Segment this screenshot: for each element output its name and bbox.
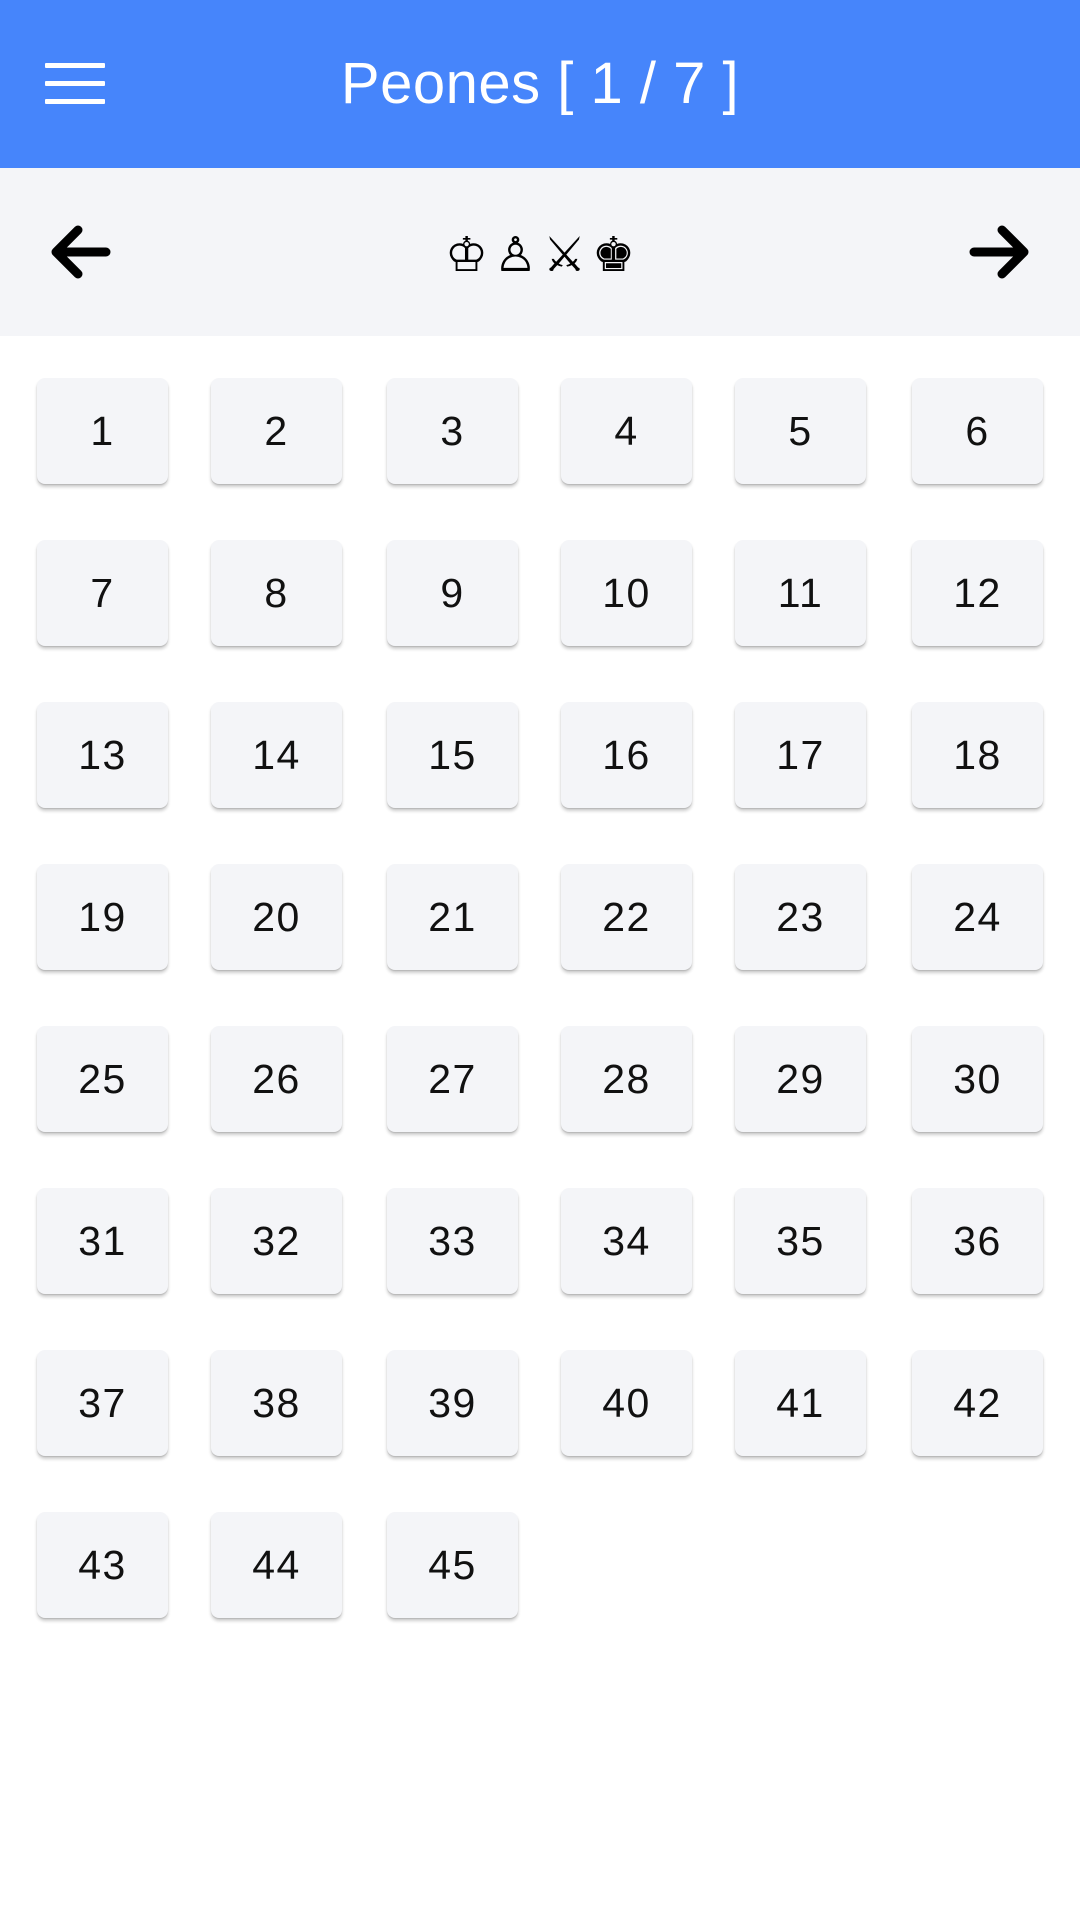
level-button[interactable]: 44 [211,1512,342,1618]
level-button[interactable]: 24 [912,864,1043,970]
level-button[interactable]: 23 [735,864,866,970]
level-button[interactable]: 35 [735,1188,866,1294]
level-button[interactable]: 17 [735,702,866,808]
level-button[interactable]: 10 [561,540,692,646]
black-king-icon: ♚ [592,227,636,283]
level-button[interactable]: 28 [561,1026,692,1132]
level-button[interactable]: 37 [37,1350,168,1456]
level-navigation-bar: ♔ ♙ ⚔ ♚ [0,168,1080,336]
hamburger-menu-icon [45,63,105,68]
level-button[interactable]: 14 [211,702,342,808]
chess-pieces-header: ♔ ♙ ⚔ ♚ [0,220,1080,290]
crossed-swords-icon: ⚔ [543,227,587,283]
level-button[interactable]: 26 [211,1026,342,1132]
level-button[interactable]: 31 [37,1188,168,1294]
next-button[interactable] [966,217,1036,287]
level-button[interactable]: 12 [912,540,1043,646]
level-grid: 1 2 3 4 5 6 7 8 9 10 11 12 13 14 15 16 17 18 19 20 21 22 23 24 2… [0,336,1080,1920]
level-button[interactable]: 11 [735,540,866,646]
level-button[interactable]: 40 [561,1350,692,1456]
level-button[interactable]: 3 [387,378,518,484]
white-king-icon: ♔ [444,227,488,283]
level-button[interactable]: 8 [211,540,342,646]
level-button[interactable]: 25 [37,1026,168,1132]
level-button[interactable]: 18 [912,702,1043,808]
level-button[interactable]: 5 [735,378,866,484]
level-button[interactable]: 42 [912,1350,1043,1456]
level-button[interactable]: 41 [735,1350,866,1456]
level-button[interactable]: 38 [211,1350,342,1456]
level-button[interactable]: 6 [912,378,1043,484]
menu-button[interactable] [38,55,112,113]
level-button[interactable]: 16 [561,702,692,808]
level-button[interactable]: 36 [912,1188,1043,1294]
level-button[interactable]: 21 [387,864,518,970]
level-button[interactable]: 27 [387,1026,518,1132]
level-button[interactable]: 1 [37,378,168,484]
level-button[interactable]: 4 [561,378,692,484]
level-button[interactable]: 2 [211,378,342,484]
page-title: Peones [ 1 / 7 ] [340,51,740,116]
white-pawn-icon: ♙ [493,227,537,283]
level-button[interactable]: 34 [561,1188,692,1294]
app-bar: Peones [ 1 / 7 ] [0,0,1080,168]
level-button[interactable]: 45 [387,1512,518,1618]
arrow-right-icon [969,225,1029,279]
level-button[interactable]: 20 [211,864,342,970]
level-button[interactable]: 43 [37,1512,168,1618]
level-button[interactable]: 33 [387,1188,518,1294]
level-button[interactable]: 13 [37,702,168,808]
level-button[interactable]: 7 [37,540,168,646]
level-button[interactable]: 9 [387,540,518,646]
level-button[interactable]: 32 [211,1188,342,1294]
level-button[interactable]: 15 [387,702,518,808]
level-button[interactable]: 30 [912,1026,1043,1132]
level-button[interactable]: 39 [387,1350,518,1456]
level-button[interactable]: 29 [735,1026,866,1132]
level-button[interactable]: 19 [37,864,168,970]
level-button[interactable]: 22 [561,864,692,970]
